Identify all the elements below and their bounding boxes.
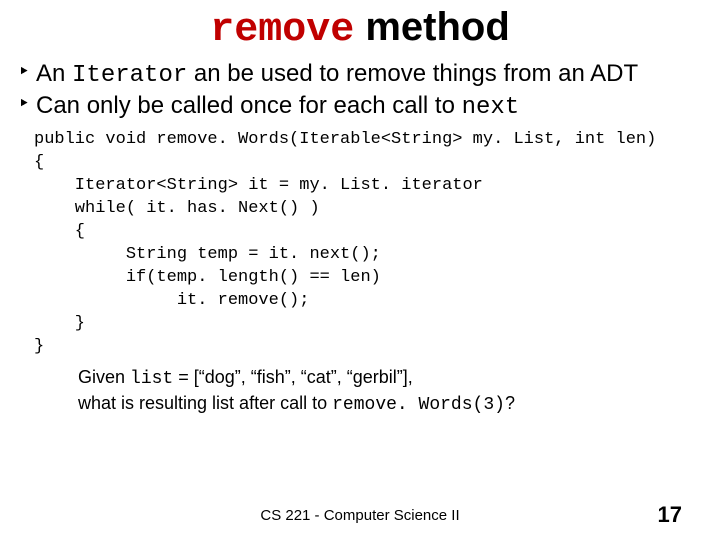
slide-title: remove method [0,0,720,52]
q1-code: list [130,369,173,389]
footer-text: CS 221 - Computer Science II [0,507,720,524]
title-code: remove [210,8,354,53]
code-block: public void remove. Words(Iterable<Strin… [34,129,720,358]
bullet-marker-icon: ‣ [18,62,30,82]
q2-post: ? [505,393,515,413]
bullet-marker-icon: ‣ [18,94,30,114]
bullet-item: ‣ An Iterator an be used to remove thing… [18,60,720,90]
question-line-2: what is resulting list after call to rem… [78,391,720,417]
q1-pre: Given [78,367,130,387]
bullet-text-pre: Can only be called once for each call to [36,92,462,119]
bullet-item: ‣ Can only be called once for each call … [18,92,720,122]
title-rest: method [354,5,510,49]
slide: remove method ‣ An Iterator an be used t… [0,0,720,540]
page-number: 17 [658,502,682,528]
bullet-text-code: Iterator [72,62,187,89]
q2-pre: what is resulting list after call to [78,393,332,413]
bullet-text-post: an be used to remove things from an ADT [187,60,638,87]
q2-code: remove. Words(3) [332,395,505,415]
question-block: Given list = [“dog”, “fish”, “cat”, “ger… [78,365,720,418]
bullet-text-code: next [462,94,520,121]
question-line-1: Given list = [“dog”, “fish”, “cat”, “ger… [78,365,720,391]
q1-post: = [“dog”, “fish”, “cat”, “gerbil”], [173,367,413,387]
bullet-text-pre: An [36,60,72,87]
bullet-list: ‣ An Iterator an be used to remove thing… [18,60,720,121]
